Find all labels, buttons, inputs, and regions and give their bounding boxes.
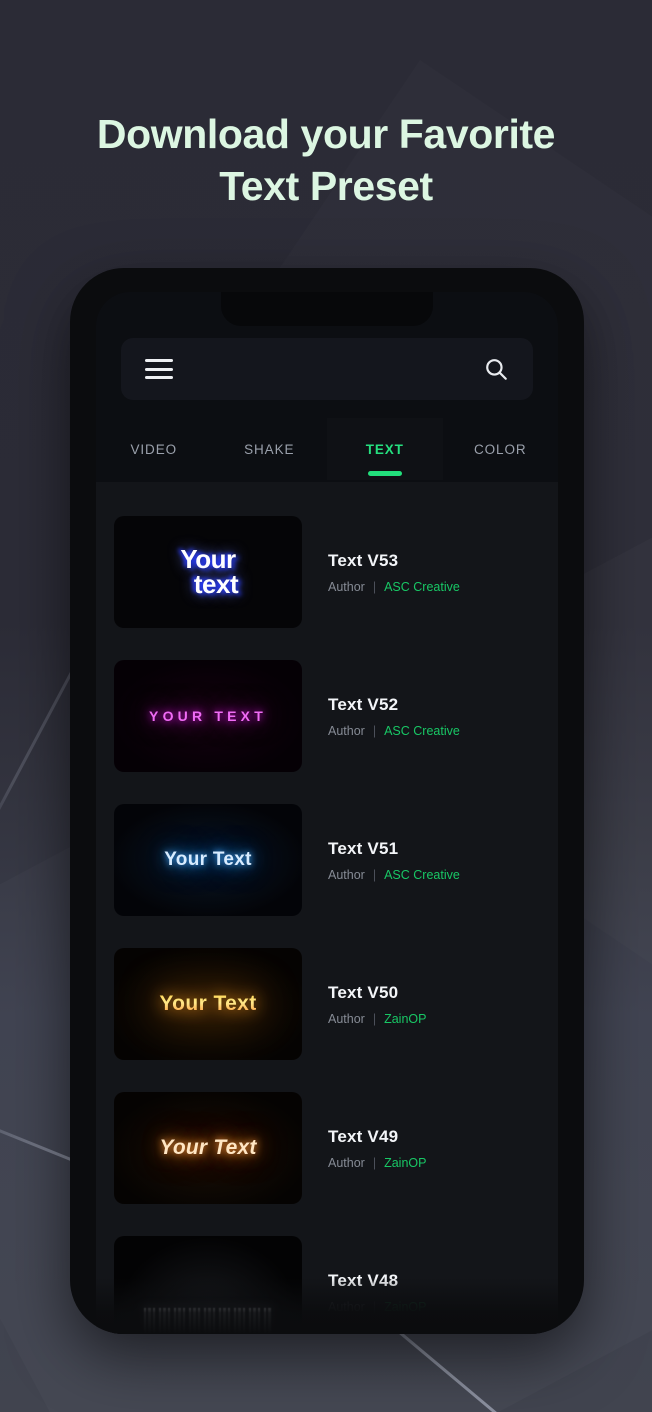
app-bar (121, 338, 533, 400)
tab-shake-label: SHAKE (244, 441, 295, 457)
preset-author-row: Author | ASC Creative (328, 868, 540, 882)
preset-author-row: Author | ZainOP (328, 1300, 540, 1314)
thumbnail-text-line-2: text (193, 569, 239, 599)
hamburger-bar (145, 367, 173, 371)
preset-meta: Text V53 Author | ASC Creative (302, 551, 540, 594)
author-separator: | (372, 723, 377, 738)
barcode-icon (144, 1308, 272, 1334)
thumbnail-text: Your Text (159, 992, 257, 1015)
author-name[interactable]: ASC Creative (384, 724, 460, 738)
preset-author-row: Author | ASC Creative (328, 580, 540, 594)
list-item[interactable]: Your Text Text V49 Author | ZainOP (96, 1076, 558, 1220)
tab-text-label: TEXT (365, 441, 404, 457)
tab-video-label: VIDEO (130, 441, 177, 457)
preset-meta: Text V51 Author | ASC Creative (302, 839, 540, 882)
list-item[interactable]: Your text Text V53 Author | ASC Creative (96, 500, 558, 644)
preset-thumbnail[interactable]: YOUR TEXT (114, 660, 302, 772)
author-label: Author (328, 1011, 365, 1026)
preset-thumbnail[interactable]: Your text (114, 516, 302, 628)
author-separator: | (372, 1155, 377, 1170)
preset-title: Text V52 (328, 694, 399, 714)
list-item[interactable]: YOUR TEXT Text V52 Author | ASC Creative (96, 644, 558, 788)
preset-thumbnail[interactable]: Your Text (114, 804, 302, 916)
tab-shake[interactable]: SHAKE (212, 418, 328, 480)
preset-title: Text V49 (328, 1126, 399, 1146)
tab-color[interactable]: COLOR (443, 418, 559, 480)
search-icon[interactable] (483, 356, 509, 382)
author-separator: | (372, 579, 377, 594)
preset-meta: Text V48 Author | ZainOP (302, 1271, 540, 1314)
preset-author-row: Author | ZainOP (328, 1012, 540, 1026)
preset-title: Text V50 (328, 982, 399, 1002)
list-item[interactable]: Your Text Text V50 Author | ZainOP (96, 932, 558, 1076)
preset-meta: Text V52 Author | ASC Creative (302, 695, 540, 738)
preset-thumbnail[interactable]: Your Text (114, 1092, 302, 1204)
tab-color-label: COLOR (473, 441, 527, 457)
preset-author-row: Author | ASC Creative (328, 724, 540, 738)
tab-bar: VIDEO SHAKE TEXT COLOR (96, 418, 558, 480)
preset-title: Text V51 (328, 838, 399, 858)
author-name[interactable]: ASC Creative (384, 580, 460, 594)
preset-thumbnail[interactable]: Your Text (114, 948, 302, 1060)
preset-title: Text V48 (328, 1270, 399, 1290)
author-label: Author (328, 723, 365, 738)
tab-video[interactable]: VIDEO (96, 418, 212, 480)
thumbnail-text: Your Text (164, 849, 252, 870)
thumbnail-text: YOUR TEXT (149, 708, 267, 724)
page-title: Download your Favorite Text Preset (0, 108, 652, 212)
preset-list[interactable]: Your text Text V53 Author | ASC Creative (96, 482, 558, 1334)
preset-author-row: Author | ZainOP (328, 1156, 540, 1170)
author-name[interactable]: ASC Creative (384, 868, 460, 882)
phone-notch (221, 292, 433, 326)
hamburger-menu-icon[interactable] (145, 359, 173, 379)
author-label: Author (328, 579, 365, 594)
phone-screen: VIDEO SHAKE TEXT COLOR Your text Text V5… (96, 292, 558, 1334)
hamburger-bar (145, 376, 173, 379)
author-label: Author (328, 867, 365, 882)
thumbnail-text: Your Text (159, 1136, 257, 1159)
author-name[interactable]: ZainOP (384, 1012, 426, 1026)
page-title-line-1: Download your Favorite (96, 111, 556, 157)
author-separator: | (372, 1011, 377, 1026)
author-name[interactable]: ZainOP (384, 1300, 426, 1314)
author-separator: | (372, 1299, 377, 1314)
list-item[interactable]: Your Text Text V51 Author | ASC Creative (96, 788, 558, 932)
author-name[interactable]: ZainOP (384, 1156, 426, 1170)
preset-thumbnail[interactable] (114, 1236, 302, 1334)
list-item[interactable]: Text V48 Author | ZainOP (96, 1220, 558, 1334)
author-separator: | (372, 867, 377, 882)
preset-title: Text V53 (328, 550, 399, 570)
author-label: Author (328, 1299, 365, 1314)
preset-meta: Text V49 Author | ZainOP (302, 1127, 540, 1170)
hamburger-bar (145, 359, 173, 362)
preset-meta: Text V50 Author | ZainOP (302, 983, 540, 1026)
author-label: Author (328, 1155, 365, 1170)
phone-mockup: VIDEO SHAKE TEXT COLOR Your text Text V5… (70, 268, 584, 1334)
tab-indicator-active (367, 471, 402, 476)
thumbnail-text: Your text (178, 546, 239, 599)
screenshot-root: Download your Favorite Text Preset VIDEO… (0, 0, 652, 1412)
page-title-line-2: Text Preset (219, 163, 433, 209)
tab-text[interactable]: TEXT (327, 418, 443, 480)
